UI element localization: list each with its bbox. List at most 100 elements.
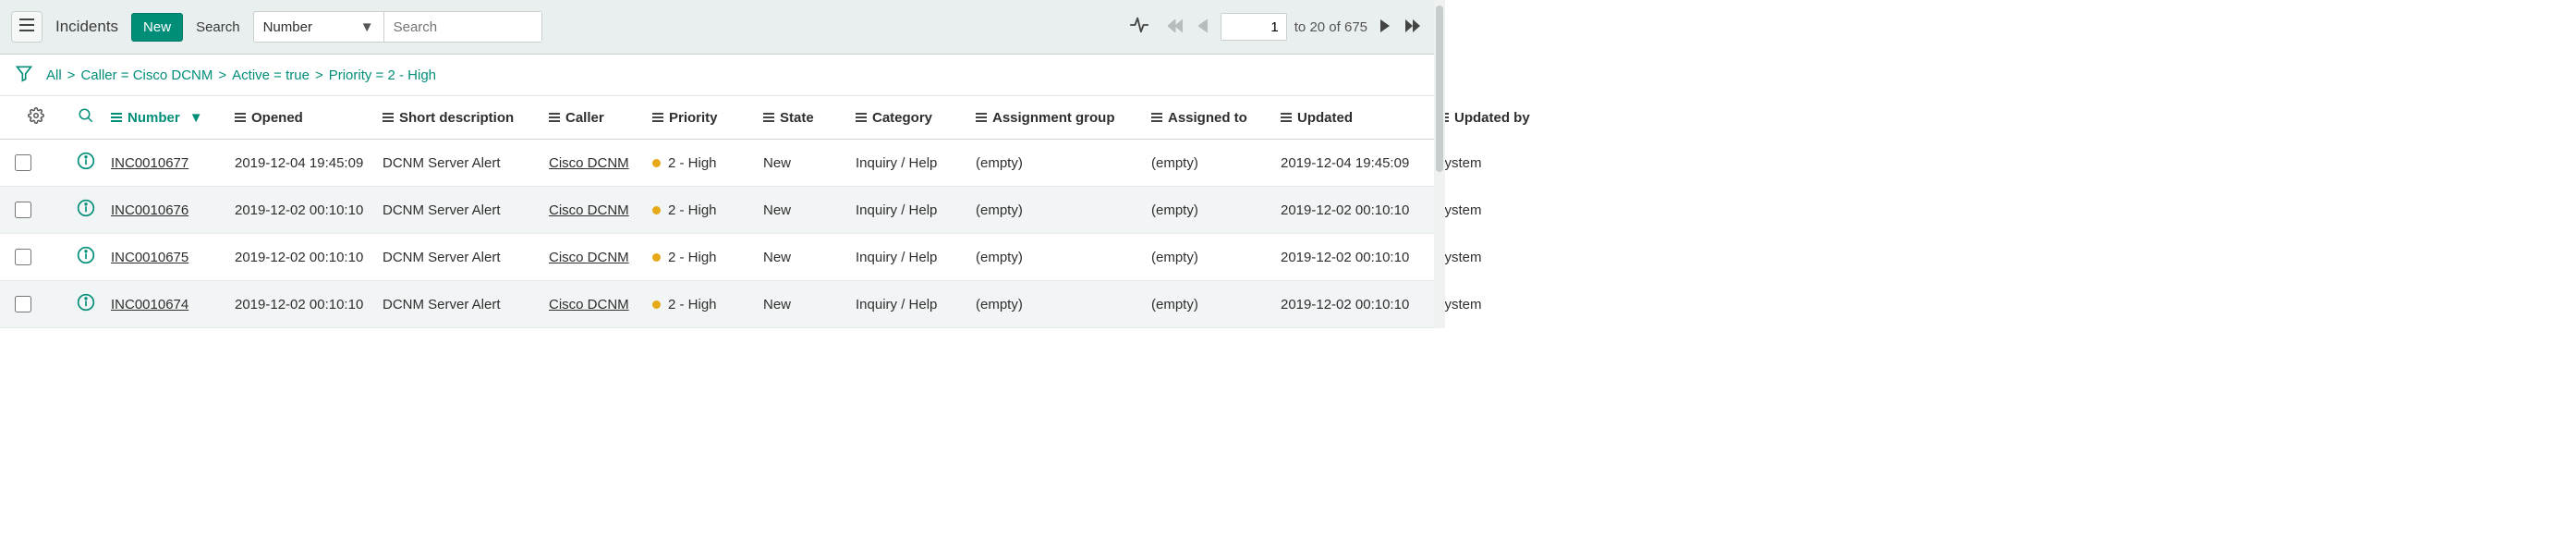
first-page-button[interactable]: [1165, 17, 1185, 37]
info-icon: [77, 246, 95, 268]
column-menu-icon: [976, 113, 987, 122]
caller-link[interactable]: Cisco DCNM: [549, 155, 629, 171]
list-toolbar: Incidents New Search Number ▼ to 20 of 6: [0, 0, 1434, 55]
column-header-category[interactable]: Category: [856, 110, 976, 126]
row-info-button[interactable]: [61, 293, 111, 315]
activity-stream-button[interactable]: [1126, 14, 1152, 40]
row-checkbox[interactable]: [15, 296, 31, 312]
incident-link[interactable]: INC0010677: [111, 155, 188, 171]
cell-short-description: DCNM Server Alert: [383, 202, 549, 218]
column-header-assigned-to[interactable]: Assigned to: [1151, 110, 1281, 126]
row-info-button[interactable]: [61, 152, 111, 174]
column-label: Assignment group: [992, 110, 1115, 126]
scrollbar-thumb[interactable]: [1436, 6, 1443, 172]
column-header-priority[interactable]: Priority: [652, 110, 763, 126]
info-icon: [77, 152, 95, 174]
cell-opened: 2019-12-02 00:10:10: [235, 297, 383, 312]
cell-priority: 2 - High: [652, 250, 763, 265]
breadcrumb-item[interactable]: Caller = Cisco DCNM: [80, 67, 213, 83]
prev-page-button[interactable]: [1193, 17, 1213, 37]
caller-link[interactable]: Cisco DCNM: [549, 297, 629, 312]
cell-assignment-group: (empty): [976, 155, 1151, 171]
column-label: Priority: [669, 110, 718, 126]
next-page-button[interactable]: [1375, 17, 1395, 37]
column-menu-icon: [549, 113, 560, 122]
breadcrumb-item[interactable]: Active = true: [232, 67, 310, 83]
table-row: INC0010677 2019-12-04 19:45:09 DCNM Serv…: [0, 140, 1434, 187]
column-menu-icon: [383, 113, 394, 122]
filter-button[interactable]: [11, 62, 37, 88]
cell-assigned-to: (empty): [1151, 297, 1281, 312]
priority-dot-icon: [652, 253, 661, 262]
row-info-button[interactable]: [61, 246, 111, 268]
cell-assigned-to: (empty): [1151, 250, 1281, 265]
filter-breadcrumb-bar: All > Caller = Cisco DCNM > Active = tru…: [0, 55, 1434, 96]
column-label: Opened: [251, 110, 303, 126]
incident-link[interactable]: INC0010675: [111, 250, 188, 265]
priority-value: 2 - High: [668, 202, 717, 218]
caller-link[interactable]: Cisco DCNM: [549, 250, 629, 265]
search-input[interactable]: [383, 12, 541, 42]
column-header-number[interactable]: Number ▼: [111, 110, 235, 126]
cell-state: New: [763, 155, 856, 171]
cell-short-description: DCNM Server Alert: [383, 155, 549, 171]
table-row: INC0010675 2019-12-02 00:10:10 DCNM Serv…: [0, 234, 1434, 281]
cell-category: Inquiry / Help: [856, 250, 976, 265]
cell-state: New: [763, 202, 856, 218]
new-button[interactable]: New: [131, 13, 183, 42]
column-header-updated-by[interactable]: Updated by: [1438, 110, 1539, 126]
column-menu-icon: [856, 113, 867, 122]
incident-link[interactable]: INC0010676: [111, 202, 188, 218]
cell-category: Inquiry / Help: [856, 297, 976, 312]
last-page-button[interactable]: [1403, 17, 1423, 37]
menu-button[interactable]: [11, 11, 43, 43]
breadcrumb-item[interactable]: Priority = 2 - High: [329, 67, 436, 83]
search-field-select[interactable]: Number ▼: [254, 14, 383, 41]
caller-link[interactable]: Cisco DCNM: [549, 202, 629, 218]
column-menu-icon: [763, 113, 774, 122]
row-checkbox[interactable]: [15, 154, 31, 171]
column-search-button[interactable]: [61, 107, 111, 128]
cell-opened: 2019-12-02 00:10:10: [235, 202, 383, 218]
table-row: INC0010676 2019-12-02 00:10:10 DCNM Serv…: [0, 187, 1434, 234]
activity-icon: [1129, 15, 1149, 39]
hamburger-icon: [19, 18, 34, 35]
column-header-updated[interactable]: Updated: [1281, 110, 1438, 126]
cell-updated: 2019-12-02 00:10:10: [1281, 297, 1438, 312]
column-label: Assigned to: [1168, 110, 1247, 126]
row-info-button[interactable]: [61, 199, 111, 221]
priority-value: 2 - High: [668, 250, 717, 265]
column-menu-icon: [1151, 113, 1162, 122]
column-header-caller[interactable]: Caller: [549, 110, 652, 126]
cell-updated-by: system: [1438, 155, 1539, 171]
cell-opened: 2019-12-04 19:45:09: [235, 155, 383, 171]
cell-caller: Cisco DCNM: [549, 297, 652, 312]
cell-opened: 2019-12-02 00:10:10: [235, 250, 383, 265]
search-field-value: Number: [263, 19, 312, 35]
priority-value: 2 - High: [668, 155, 717, 171]
row-checkbox-cell: [11, 246, 61, 269]
column-header-state[interactable]: State: [763, 110, 856, 126]
column-header-short-description[interactable]: Short description: [383, 110, 549, 126]
search-field-group: Number ▼: [253, 11, 542, 43]
column-header-assignment-group[interactable]: Assignment group: [976, 110, 1151, 126]
info-icon: [77, 293, 95, 315]
cell-number: INC0010675: [111, 250, 235, 265]
cell-updated-by: system: [1438, 297, 1539, 312]
cell-updated: 2019-12-04 19:45:09: [1281, 155, 1438, 171]
personalize-list-button[interactable]: [11, 107, 61, 128]
table-row: INC0010674 2019-12-02 00:10:10 DCNM Serv…: [0, 281, 1434, 328]
row-checkbox[interactable]: [15, 249, 31, 265]
page-number-input[interactable]: [1221, 13, 1287, 41]
column-menu-icon: [235, 113, 246, 122]
row-checkbox[interactable]: [15, 202, 31, 218]
last-page-icon: [1405, 19, 1420, 35]
cell-category: Inquiry / Help: [856, 155, 976, 171]
column-label: Updated by: [1454, 110, 1530, 126]
next-page-icon: [1380, 19, 1390, 35]
column-header-opened[interactable]: Opened: [235, 110, 383, 126]
vertical-scrollbar[interactable]: [1434, 0, 1445, 328]
incident-link[interactable]: INC0010674: [111, 297, 188, 312]
breadcrumb-item[interactable]: All: [46, 67, 62, 83]
cell-number: INC0010677: [111, 155, 235, 171]
